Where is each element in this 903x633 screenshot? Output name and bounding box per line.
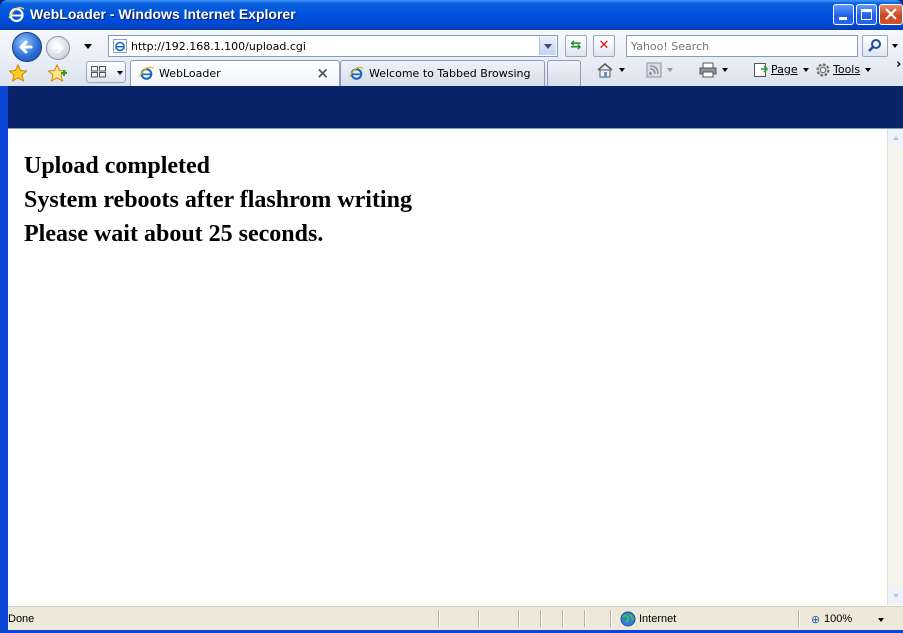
close-icon [885,8,897,20]
status-divider [438,610,439,627]
back-button[interactable] [12,32,42,62]
search-box[interactable] [626,35,858,57]
message-line: Please wait about 25 seconds. [24,221,324,247]
tab-label: Welcome to Tabbed Browsing [369,67,531,80]
quick-tabs-icon [91,66,106,78]
print-dropdown-icon [722,68,728,72]
address-bar[interactable] [108,35,558,57]
status-divider [610,610,611,627]
status-divider [478,610,479,627]
page-menu-label: Page [771,63,798,76]
feeds-icon [646,62,662,78]
ie-page-icon [139,66,154,80]
message-line: Upload completed [24,153,210,179]
zoom-level[interactable]: 100% [824,613,852,625]
gear-icon [816,63,830,77]
window-frame-left [0,86,8,633]
search-options-dropdown[interactable] [892,44,898,48]
address-input[interactable] [131,38,531,54]
address-dropdown-button[interactable] [539,37,556,55]
message-line: System reboots after flashrom writing [24,187,412,213]
scroll-up-icon[interactable] [889,130,903,146]
maximize-icon [861,9,872,20]
window-title: WebLoader - Windows Internet Explorer [30,6,296,22]
zoom-dropdown-icon[interactable] [878,618,884,622]
tools-menu-label: Tools [833,63,861,76]
maximize-button[interactable] [856,4,877,25]
scroll-down-icon[interactable] [889,588,903,604]
status-divider [798,610,799,627]
printer-icon [699,62,717,78]
tools-dropdown-icon [865,68,872,72]
globe-icon [620,611,636,627]
close-button[interactable] [879,4,903,25]
favorites-star-icon [8,63,28,83]
ie-page-icon [349,66,364,80]
security-zone-label: Internet [639,613,677,625]
favorites-center-button[interactable] [8,63,28,85]
status-divider [584,610,585,627]
tab-welcome[interactable]: Welcome to Tabbed Browsing [340,60,545,86]
page-content: Upload completed System reboots after fl… [8,128,903,606]
refresh-icon: ⇆ [570,38,582,53]
back-arrow-icon [19,40,33,54]
quick-tabs-button[interactable] [86,61,126,83]
new-tab-button[interactable] [547,60,581,86]
add-favorites-icon [47,63,67,83]
search-input[interactable] [631,38,851,54]
minimize-button[interactable] [833,4,854,25]
upload-status-message: Upload completed System reboots after fl… [24,149,412,251]
status-divider [540,610,541,627]
status-bar: Done Internet ⊕ 100% [8,606,903,630]
browser-window: WebLoader - Windows Internet Explorer ht… [0,0,903,633]
title-bar[interactable]: WebLoader - Windows Internet Explorer [0,0,903,30]
home-dropdown-icon [619,68,625,72]
search-button[interactable] [862,35,888,57]
feeds-dropdown-icon [667,68,673,72]
status-divider [562,610,563,627]
status-text: Done [8,613,35,625]
page-menu-button[interactable]: Page [753,62,809,78]
stop-button[interactable]: ✕ [593,35,615,57]
tab-list-dropdown[interactable] [117,71,123,75]
forward-arrow-icon [51,42,64,54]
status-divider [518,610,519,627]
vertical-scrollbar[interactable] [887,129,903,605]
tab-label: WebLoader [159,67,221,80]
more-commands-chevron-icon[interactable]: › [896,57,901,72]
magnifier-icon [868,39,881,52]
feeds-button[interactable] [646,62,673,78]
print-button[interactable] [699,62,728,78]
zoom-icon[interactable]: ⊕ [811,613,820,626]
minimize-icon [839,17,847,20]
close-tab-icon[interactable]: × [316,64,329,82]
ie-page-icon [113,39,127,53]
home-button[interactable] [596,62,625,78]
page-icon [754,63,769,77]
stop-icon: ✕ [598,38,610,53]
tab-webloader[interactable]: WebLoader × [130,60,340,86]
recent-pages-dropdown[interactable] [84,44,92,49]
add-to-favorites-button[interactable] [47,63,69,85]
refresh-button[interactable]: ⇆ [565,35,587,57]
forward-button[interactable] [46,36,70,60]
page-dropdown-icon [802,68,809,72]
ie-logo-icon [8,6,25,23]
tools-menu-button[interactable]: Tools [815,62,872,78]
home-icon [597,63,613,78]
